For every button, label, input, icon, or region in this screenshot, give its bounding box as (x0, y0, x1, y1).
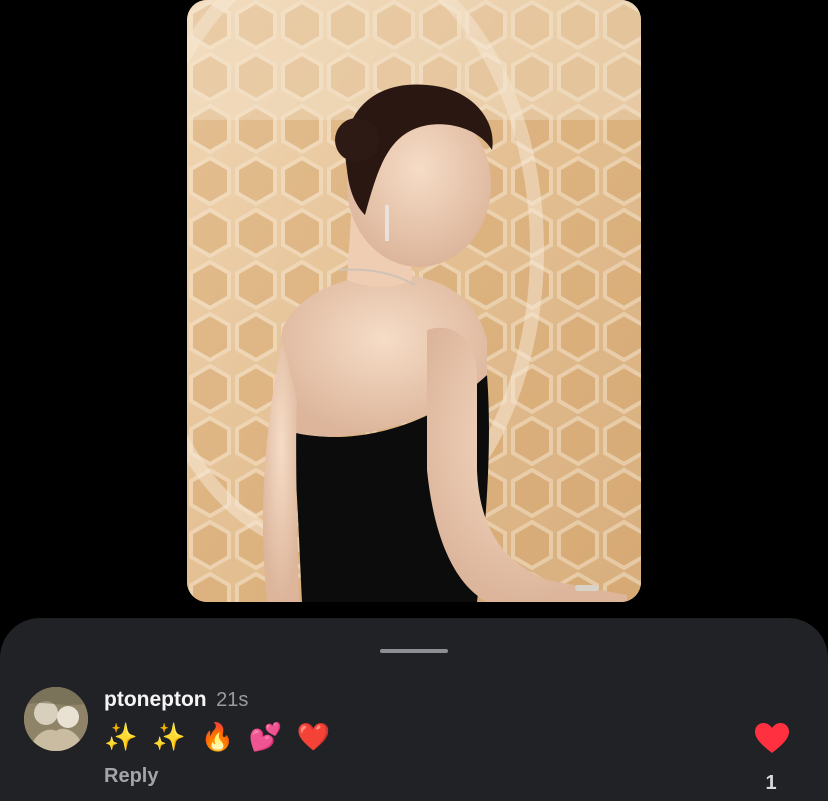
photo-image (187, 0, 641, 602)
fire-emoji: 🔥 (200, 722, 235, 753)
heart-icon (755, 723, 789, 753)
sparkles-emoji: ✨ (152, 722, 186, 753)
comment-text: ✨ ✨ 🔥 💕 ❤️ (104, 718, 337, 758)
comment-header: ptonepton 21s (104, 688, 248, 712)
story-viewer: ptonepton 21s ✨ ✨ 🔥 💕 ❤️ Reply 1 (0, 0, 828, 801)
two-hearts-emoji: 💕 (248, 722, 283, 753)
red-heart-emoji: ❤️ (296, 722, 331, 753)
story-photo[interactable] (187, 0, 641, 602)
like-button[interactable] (754, 722, 790, 754)
avatar[interactable] (24, 687, 88, 751)
sparkles-emoji: ✨ (104, 722, 138, 753)
avatar-image (24, 687, 88, 751)
comment-username[interactable]: ptonepton (104, 688, 207, 711)
comment-timestamp: 21s (216, 689, 249, 711)
reply-button[interactable]: Reply (104, 765, 158, 788)
comment-item: ptonepton 21s ✨ ✨ 🔥 💕 ❤️ Reply (0, 618, 828, 801)
like-count: 1 (765, 772, 777, 794)
